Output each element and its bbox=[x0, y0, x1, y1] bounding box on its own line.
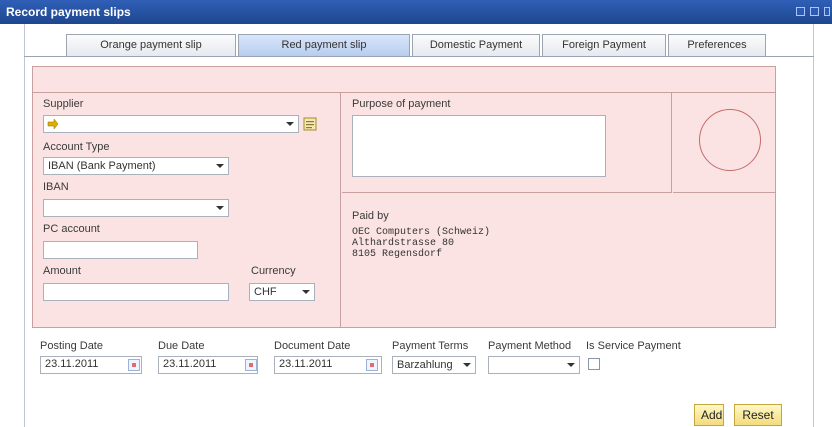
maximize-icon[interactable] bbox=[810, 7, 819, 16]
payment-terms-label: Payment Terms bbox=[392, 340, 469, 352]
pc-account-label: PC account bbox=[43, 223, 100, 235]
paid-by-line-1: OEC Computers (Schweiz) bbox=[352, 227, 491, 238]
top-strip bbox=[33, 67, 775, 93]
record-payment-slips-window: Record payment slips Orange payment slip… bbox=[0, 0, 832, 427]
stamp-area bbox=[673, 93, 775, 193]
amount-label: Amount bbox=[43, 265, 81, 277]
purpose-label: Purpose of payment bbox=[352, 98, 451, 110]
iban-label: IBAN bbox=[43, 181, 69, 193]
amount-input[interactable] bbox=[43, 283, 229, 301]
is-service-payment-label: Is Service Payment bbox=[586, 340, 681, 352]
currency-value: CHF bbox=[254, 286, 277, 298]
posting-date-label: Posting Date bbox=[40, 340, 103, 352]
tab-domestic-payment[interactable]: Domestic Payment bbox=[412, 34, 540, 56]
supplier-label: Supplier bbox=[43, 98, 84, 110]
posting-date-input[interactable]: 23.11.2011 bbox=[40, 356, 142, 374]
document-date-label: Document Date bbox=[274, 340, 351, 352]
supplier-combo[interactable] bbox=[43, 115, 299, 133]
paid-by-line-3: 8105 Regensdorf bbox=[352, 249, 443, 260]
window-title: Record payment slips bbox=[6, 5, 131, 19]
payment-terms-value: Barzahlung bbox=[397, 359, 453, 371]
arrow-right-icon bbox=[47, 118, 59, 130]
calendar-icon[interactable] bbox=[366, 359, 378, 371]
tab-divider bbox=[24, 56, 814, 57]
currency-combo[interactable]: CHF bbox=[249, 283, 315, 301]
chevron-down-icon bbox=[463, 363, 471, 367]
title-bar: Record payment slips bbox=[0, 0, 832, 24]
account-type-label: Account Type bbox=[43, 141, 110, 153]
add-button[interactable]: Add bbox=[694, 404, 724, 426]
payment-method-combo[interactable] bbox=[488, 356, 580, 374]
chevron-down-icon bbox=[216, 206, 224, 210]
tab-label: Domestic Payment bbox=[429, 39, 523, 51]
payment-slip-panel: Supplier Account Type IBAN (Bank Payment… bbox=[32, 66, 776, 328]
left-column: Supplier Account Type IBAN (Bank Payment… bbox=[33, 93, 341, 327]
payment-method-label: Payment Method bbox=[488, 340, 572, 352]
minimize-icon[interactable] bbox=[796, 7, 805, 16]
iban-combo[interactable] bbox=[43, 199, 229, 217]
list-icon[interactable] bbox=[303, 117, 317, 131]
chevron-down-icon bbox=[216, 164, 224, 168]
tab-label: Preferences bbox=[687, 39, 747, 51]
tab-foreign-payment[interactable]: Foreign Payment bbox=[542, 34, 666, 56]
account-type-combo[interactable]: IBAN (Bank Payment) bbox=[43, 157, 229, 175]
purpose-textarea[interactable] bbox=[352, 115, 606, 177]
paid-by-section: Paid by OEC Computers (Schweiz) Althards… bbox=[342, 194, 775, 327]
chevron-down-icon bbox=[567, 363, 575, 367]
tab-red-payment-slip[interactable]: Red payment slip bbox=[238, 34, 410, 56]
purpose-section: Purpose of payment bbox=[342, 93, 672, 193]
tab-label: Red payment slip bbox=[281, 39, 367, 51]
tab-label: Foreign Payment bbox=[562, 39, 646, 51]
calendar-icon[interactable] bbox=[245, 359, 257, 371]
paid-by-line-2: Althardstrasse 80 bbox=[352, 238, 455, 249]
tab-orange-payment-slip[interactable]: Orange payment slip bbox=[66, 34, 236, 56]
tab-preferences[interactable]: Preferences bbox=[668, 34, 766, 56]
due-date-label: Due Date bbox=[158, 340, 205, 352]
close-icon[interactable] bbox=[824, 7, 830, 16]
currency-label: Currency bbox=[251, 265, 296, 277]
is-service-payment-checkbox[interactable] bbox=[588, 358, 600, 370]
calendar-icon[interactable] bbox=[128, 359, 140, 371]
stamp-circle bbox=[699, 109, 761, 171]
due-date-input[interactable]: 23.11.2011 bbox=[158, 356, 258, 374]
tab-label: Orange payment slip bbox=[100, 39, 202, 51]
chevron-down-icon bbox=[286, 122, 294, 126]
reset-button[interactable]: Reset bbox=[734, 404, 782, 426]
account-type-value: IBAN (Bank Payment) bbox=[48, 160, 156, 172]
payment-terms-combo[interactable]: Barzahlung bbox=[392, 356, 476, 374]
paid-by-label: Paid by bbox=[352, 210, 389, 222]
pc-account-input[interactable] bbox=[43, 241, 198, 259]
chevron-down-icon bbox=[302, 290, 310, 294]
